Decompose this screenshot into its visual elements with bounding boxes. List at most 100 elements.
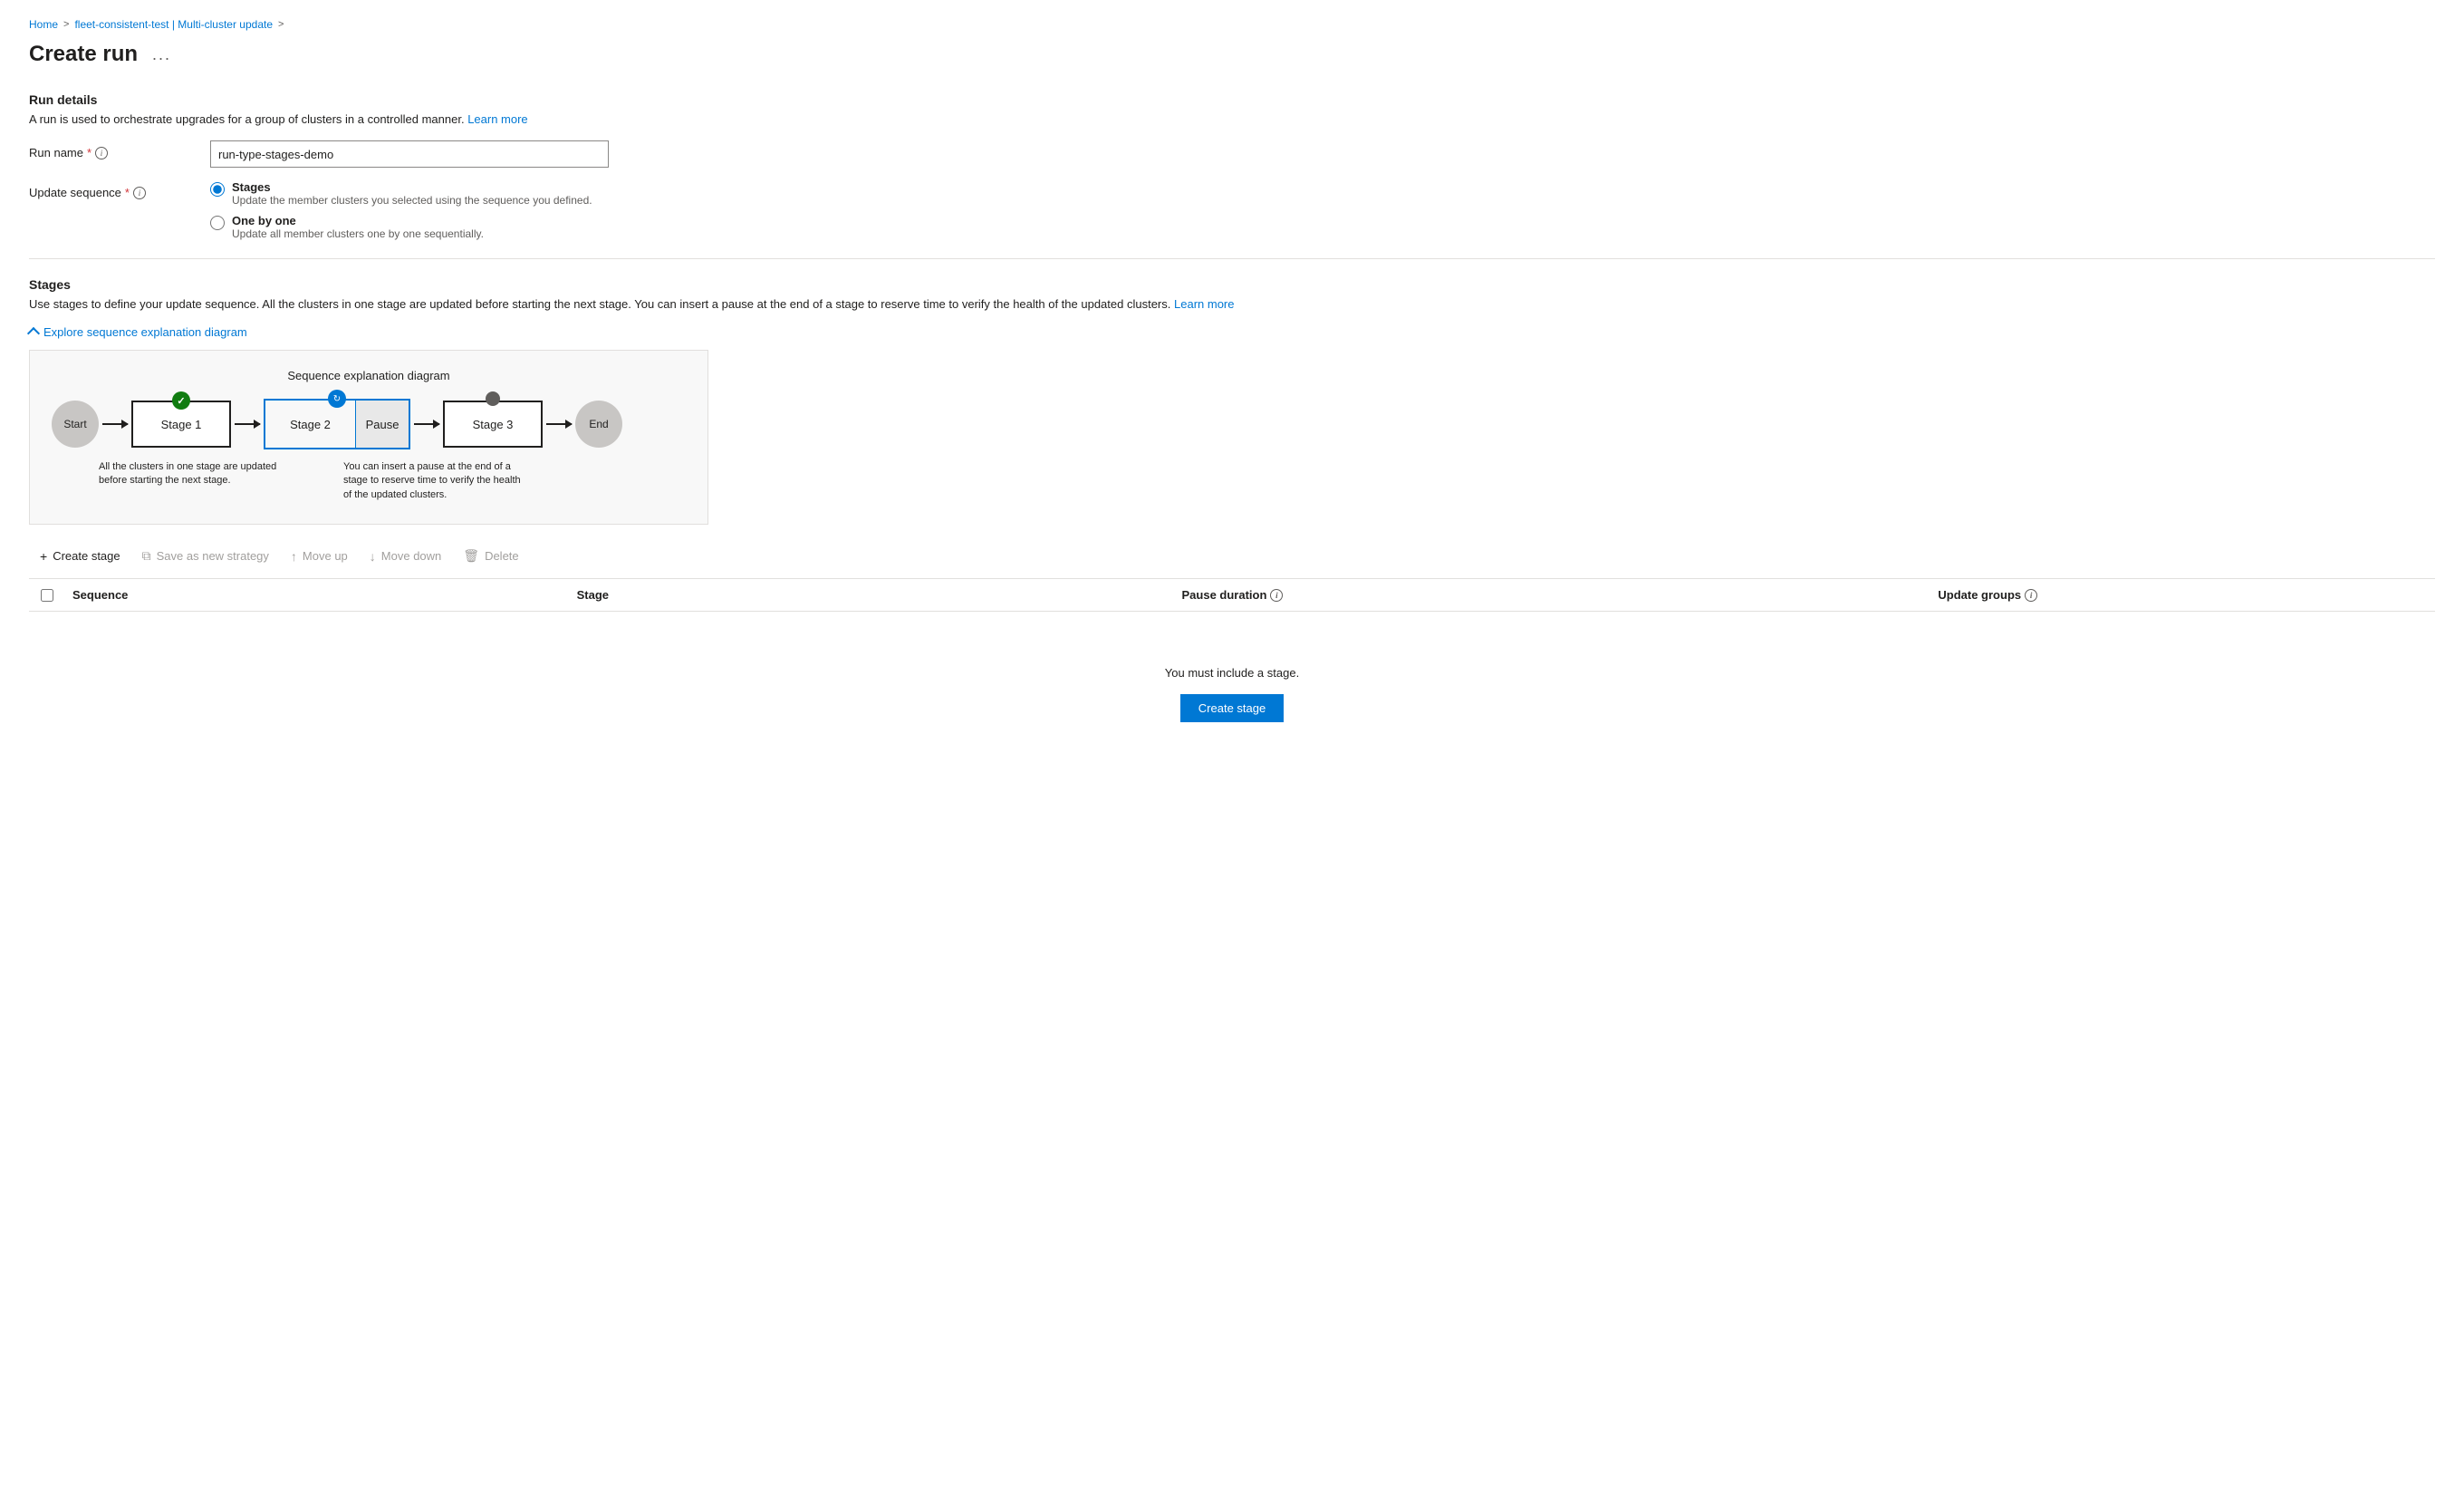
stage1-label: Stage 1 [161,418,202,431]
run-details-learn-more[interactable]: Learn more [467,112,527,126]
arrow-line-2 [235,423,260,425]
one-by-one-radio-text: One by one Update all member clusters on… [232,214,484,240]
run-details-desc-text: A run is used to orchestrate upgrades fo… [29,112,465,126]
empty-state: You must include a stage. Create stage [29,612,2435,758]
arrow-stage1-stage2 [231,423,264,425]
breadcrumb-home[interactable]: Home [29,18,58,31]
run-name-label: Run name [29,146,83,159]
update-groups-info-icon[interactable]: i [2025,589,2037,602]
pause-duration-header: Pause duration i [1182,588,1924,602]
move-up-button[interactable]: ↑ Move up [280,544,359,569]
pause-duration-info-icon[interactable]: i [1270,589,1283,602]
end-circle: End [575,401,622,448]
section-divider [29,258,2435,259]
create-stage-toolbar-button[interactable]: + Create stage [29,544,131,569]
update-sequence-label-container: Update sequence * i [29,180,210,199]
diagram-flow: Start ✓ Stage 1 ↻ [52,399,686,449]
stages-radio-option[interactable]: Stages Update the member clusters you se… [210,180,592,207]
expand-diagram-label: Explore sequence explanation diagram [43,325,247,339]
stage3-node: Stage 3 [443,401,543,448]
run-details-title: Run details [29,92,2435,107]
pause-box: Pause [356,401,409,448]
diagram-label-2: You can insert a pause at the end of a s… [343,460,525,502]
stages-radio-desc: Update the member clusters you selected … [232,194,592,207]
start-label: Start [63,418,86,430]
stage2-node: ↻ Stage 2 Pause [264,399,410,449]
stages-desc-text: Use stages to define your update sequenc… [29,297,1170,311]
update-groups-label: Update groups [1938,588,2021,602]
start-node: Start [52,401,99,448]
table-col-sequence: Sequence [65,588,570,602]
update-sequence-required: * [125,186,130,199]
breadcrumb-sep1: > [63,19,69,30]
page-title: Create run [29,42,138,67]
chevron-up-icon [27,326,40,339]
arrow-start-stage1 [99,423,131,425]
save-as-strategy-button[interactable]: ⧉ Save as new strategy [131,543,280,569]
move-down-button[interactable]: ↓ Move down [359,544,452,569]
page-title-row: Create run ... [29,42,2435,67]
update-sequence-row: Update sequence * i Stages Update the me… [29,180,2435,240]
create-stage-label: Create stage [53,549,120,563]
run-name-required: * [87,146,91,159]
expand-diagram-link[interactable]: Explore sequence explanation diagram [29,325,2435,339]
create-stage-empty-button[interactable]: Create stage [1180,694,1284,722]
stage3-box: Stage 3 [443,401,543,448]
arrow-line-4 [546,423,572,425]
pause-duration-label: Pause duration [1182,588,1267,602]
run-name-info-icon[interactable]: i [95,147,108,159]
diagram-title: Sequence explanation diagram [52,369,686,382]
empty-state-message: You must include a stage. [1165,666,1299,680]
run-details-description: A run is used to orchestrate upgrades fo… [29,112,2435,126]
run-name-row: Run name * i [29,140,2435,168]
stages-radio-text: Stages Update the member clusters you se… [232,180,592,207]
update-sequence-radio-group: Stages Update the member clusters you se… [210,180,592,240]
plus-icon: + [40,549,47,564]
update-sequence-info-icon[interactable]: i [133,187,146,199]
arrow-stage3-end [543,423,575,425]
stage3-label: Stage 3 [473,418,514,431]
delete-icon: 🗑 [463,548,479,564]
end-label: End [589,418,608,430]
end-node: End [575,401,622,448]
update-groups-header: Update groups i [1938,588,2428,602]
delete-button[interactable]: 🗑 Delete [452,543,529,569]
table-col-pause-duration: Pause duration i [1175,588,1931,602]
stages-description: Use stages to define your update sequenc… [29,297,2435,311]
move-up-label: Move up [303,549,348,563]
one-by-one-radio-label: One by one [232,214,484,227]
move-down-label: Move down [381,549,441,563]
update-sequence-label: Update sequence [29,186,121,199]
one-by-one-radio-input[interactable] [210,216,225,230]
stage3-dot-icon [486,391,500,406]
stages-title: Stages [29,277,2435,292]
stage1-check-icon: ✓ [172,391,190,410]
table-col-stage: Stage [570,588,1175,602]
stages-toolbar: + Create stage ⧉ Save as new strategy ↑ … [29,543,2435,579]
table-header: Sequence Stage Pause duration i Update g… [29,579,2435,612]
breadcrumb-sep2: > [278,19,284,30]
one-by-one-radio-option[interactable]: One by one Update all member clusters on… [210,214,592,240]
diagram-labels: All the clusters in one stage are update… [52,460,686,502]
delete-label: Delete [485,549,519,563]
sequence-diagram-box: Sequence explanation diagram Start ✓ Sta… [29,350,708,525]
arrow-stage2-stage3 [410,423,443,425]
diagram-label-1: All the clusters in one stage are update… [99,460,307,502]
stage2-refresh-icon: ↻ [328,390,346,408]
more-options-button[interactable]: ... [147,43,177,66]
breadcrumb-fleet[interactable]: fleet-consistent-test | Multi-cluster up… [74,18,273,31]
stages-learn-more[interactable]: Learn more [1174,297,1234,311]
breadcrumb: Home > fleet-consistent-test | Multi-clu… [29,18,2435,31]
stages-radio-label: Stages [232,180,592,194]
save-as-strategy-label: Save as new strategy [157,549,269,563]
one-by-one-radio-desc: Update all member clusters one by one se… [232,227,484,240]
table-col-update-groups: Update groups i [1930,588,2435,602]
arrow-up-icon: ↑ [291,549,297,564]
run-name-input[interactable] [210,140,609,168]
stage2-box: Stage 2 [265,401,356,448]
stages-radio-input[interactable] [210,182,225,197]
select-all-checkbox[interactable] [41,589,53,602]
table-col-checkbox [29,589,65,602]
copy-icon: ⧉ [142,548,151,564]
run-name-label-container: Run name * i [29,140,210,159]
